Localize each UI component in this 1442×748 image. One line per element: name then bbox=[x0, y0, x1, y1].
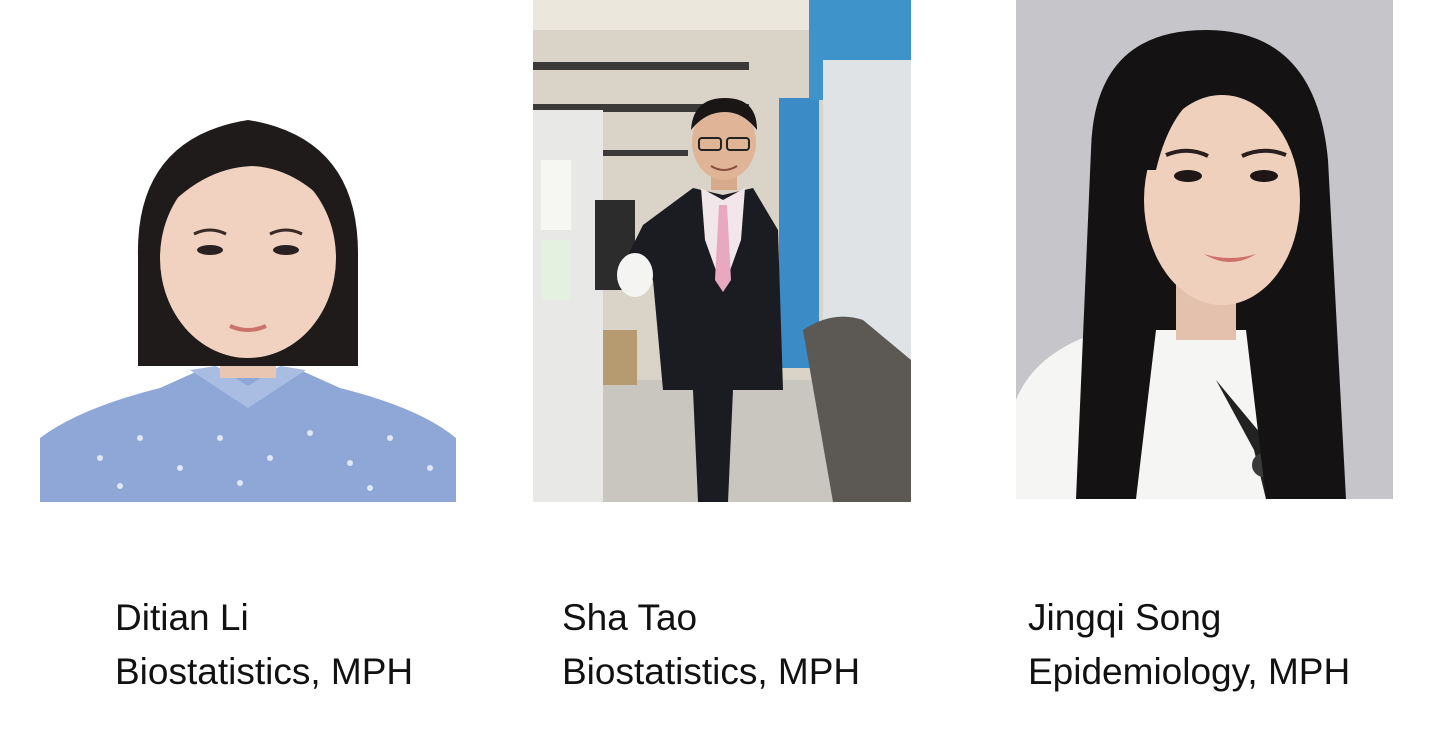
person-name: Ditian Li bbox=[115, 597, 249, 638]
portrait-photo-1 bbox=[40, 108, 456, 502]
person-name: Jingqi Song bbox=[1028, 597, 1222, 638]
lab-photo-2 bbox=[533, 0, 911, 502]
person-program: Biostatistics, MPH bbox=[562, 651, 861, 692]
person-card-3-caption: Jingqi Song Epidemiology, MPH bbox=[1028, 591, 1350, 699]
person-program: Biostatistics, MPH bbox=[115, 651, 414, 692]
person-name: Sha Tao bbox=[562, 597, 698, 638]
person-card-2-caption: Sha Tao Biostatistics, MPH bbox=[562, 591, 860, 699]
person-program: Epidemiology, MPH bbox=[1028, 651, 1351, 692]
person-card-1-caption: Ditian Li Biostatistics, MPH bbox=[115, 591, 413, 699]
portrait-photo-3 bbox=[1016, 0, 1393, 499]
